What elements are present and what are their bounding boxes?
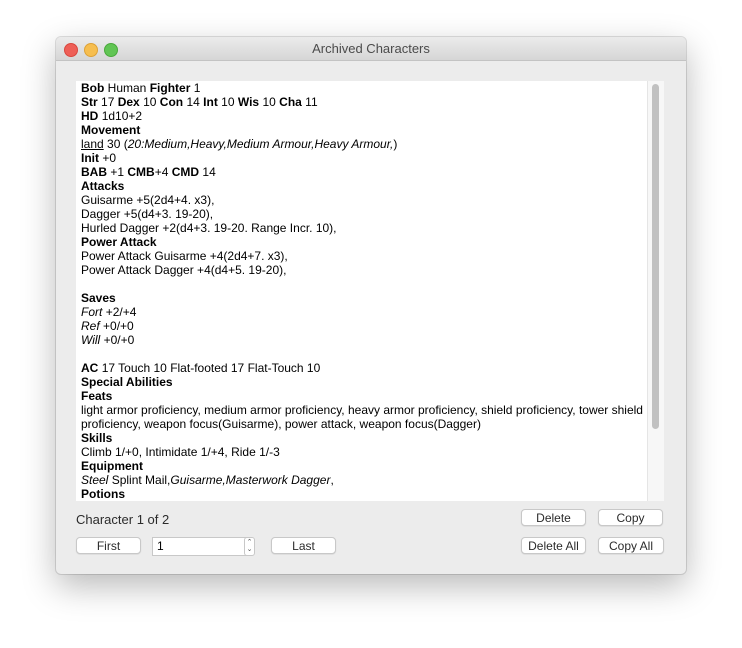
stat-value: 10: [221, 95, 235, 109]
vertical-scrollbar[interactable]: [647, 81, 664, 501]
movement-type: land: [81, 137, 104, 151]
power-attack-line: Power Attack Dagger +4(d4+5. 19-20),: [81, 263, 287, 277]
attack-line: Dagger +5(d4+3. 19-20),: [81, 207, 214, 221]
stat-label: Cha: [279, 95, 302, 109]
stat-value: 17: [101, 95, 115, 109]
save-value: +0/+0: [103, 333, 135, 347]
potions-heading: Potions: [81, 487, 651, 501]
stat-value: 11: [305, 95, 318, 109]
character-level: 1: [193, 81, 201, 95]
character-index-stepper[interactable]: ⌃ ⌄: [244, 537, 255, 556]
cmd-value: 14: [202, 165, 216, 179]
equipment-material: Steel: [81, 473, 109, 487]
attack-line: Guisarme +5(2d4+4. x3),: [81, 193, 215, 207]
cmb-value: +4: [154, 165, 169, 179]
save-value: +2/+4: [105, 305, 137, 319]
stat-value: 10: [262, 95, 276, 109]
last-button[interactable]: Last: [271, 537, 336, 554]
stat-value: 14: [186, 95, 200, 109]
stat-label: Wis: [237, 95, 260, 109]
cmb-label: CMB: [127, 165, 155, 179]
hd-label: HD: [81, 109, 99, 123]
saves-heading: Saves: [81, 291, 651, 305]
init-value: +0: [102, 151, 117, 165]
stat-label: Con: [159, 95, 184, 109]
power-attack-heading: Power Attack: [81, 235, 651, 249]
attacks-heading-text: Attacks: [81, 179, 125, 193]
title-bar: Archived Characters: [56, 37, 686, 61]
stat-label: Dex: [117, 95, 140, 109]
chevron-down-icon[interactable]: ⌄: [246, 546, 253, 554]
save-line: Ref +0/+0: [81, 319, 651, 333]
archived-characters-window: Archived Characters Bob Human Fighter 1 …: [56, 37, 686, 574]
save-label: Will: [81, 333, 101, 347]
save-line: Will +0/+0: [81, 333, 651, 347]
combat-line: BAB +1 CMB+4 CMD 14: [81, 165, 651, 179]
bab-label: BAB: [81, 165, 107, 179]
stat-value: 10: [143, 95, 157, 109]
bab-value: +1: [110, 165, 125, 179]
init-label: Init: [81, 151, 99, 165]
skills-list: Climb 1/+0, Intimidate 1/+4, Ride 1/-3: [81, 445, 280, 459]
first-button[interactable]: First: [76, 537, 141, 554]
feats-list: light armor proficiency, medium armor pr…: [81, 403, 643, 431]
skills-heading: Skills: [81, 431, 651, 445]
hit-dice-line: HD 1d10+2: [81, 109, 651, 123]
copy-all-button[interactable]: Copy All: [598, 537, 664, 554]
hd-value: 1d10+2: [101, 109, 143, 123]
save-label: Fort: [81, 305, 103, 319]
equipment-heading: Equipment: [81, 459, 651, 473]
stat-label: Str: [81, 95, 98, 109]
cmd-label: CMD: [171, 165, 200, 179]
ability-scores-line: Str 17 Dex 10 Con 14 Int 10 Wis 10 Cha 1…: [81, 95, 651, 109]
ac-value: 17 Touch 10 Flat-footed 17 Flat-Touch 10: [101, 361, 321, 375]
feats-heading-text: Feats: [81, 389, 113, 403]
equipment-list: Steel Splint Mail,Guisarme,Masterwork Da…: [81, 473, 651, 487]
save-label: Ref: [81, 319, 100, 333]
window-title: Archived Characters: [312, 41, 430, 56]
copy-button[interactable]: Copy: [598, 509, 663, 526]
scrollbar-thumb[interactable]: [652, 84, 659, 429]
skills-heading-text: Skills: [81, 431, 113, 445]
character-sheet-content: Bob Human Fighter 1 Str 17 Dex 10 Con 14…: [81, 81, 651, 501]
movement-heading-text: Movement: [81, 123, 141, 137]
saves-heading-text: Saves: [81, 291, 116, 305]
character-sheet-text[interactable]: Bob Human Fighter 1 Str 17 Dex 10 Con 14…: [76, 81, 664, 501]
armor-class-line: AC 17 Touch 10 Flat-footed 17 Flat-Touch…: [81, 361, 651, 375]
save-line: Fort +2/+4: [81, 305, 651, 319]
movement-speed: 30 (: [107, 137, 128, 151]
equipment-weapons: Guisarme,Masterwork Dagger: [170, 473, 331, 487]
power-attack-heading-text: Power Attack: [81, 235, 157, 249]
movement-details: 20:Medium,Heavy,Medium Armour,Heavy Armo…: [127, 137, 394, 151]
ac-label: AC: [81, 361, 99, 375]
attacks-heading: Attacks: [81, 179, 651, 193]
attack-line: Hurled Dagger +2(d4+3. 19-20. Range Incr…: [81, 221, 337, 235]
feats-heading: Feats: [81, 389, 651, 403]
movement-heading: Movement: [81, 123, 651, 137]
stat-label: Int: [203, 95, 218, 109]
initiative-line: Init +0: [81, 151, 651, 165]
character-index-field[interactable]: 1: [152, 537, 248, 556]
save-value: +0/+0: [103, 319, 134, 333]
special-abilities-heading-text: Special Abilities: [81, 375, 173, 389]
power-attack-line: Power Attack Guisarme +4(2d4+7. x3),: [81, 249, 288, 263]
character-name: Bob: [81, 81, 105, 95]
character-header-line: Bob Human Fighter 1: [81, 81, 651, 95]
movement-close: ): [393, 137, 398, 151]
special-abilities-heading: Special Abilities: [81, 375, 651, 389]
equipment-heading-text: Equipment: [81, 459, 143, 473]
equipment-armor: Splint Mail,: [108, 473, 171, 487]
equipment-trail: ,: [330, 473, 334, 487]
delete-all-button[interactable]: Delete All: [521, 537, 586, 554]
movement-line: land 30 (20:Medium,Heavy,Medium Armour,H…: [81, 137, 651, 151]
character-count-status: Character 1 of 2: [76, 512, 170, 527]
character-race: Human: [107, 81, 147, 95]
character-class: Fighter: [149, 81, 191, 95]
delete-button[interactable]: Delete: [521, 509, 586, 526]
potions-heading-text: Potions: [81, 487, 125, 501]
